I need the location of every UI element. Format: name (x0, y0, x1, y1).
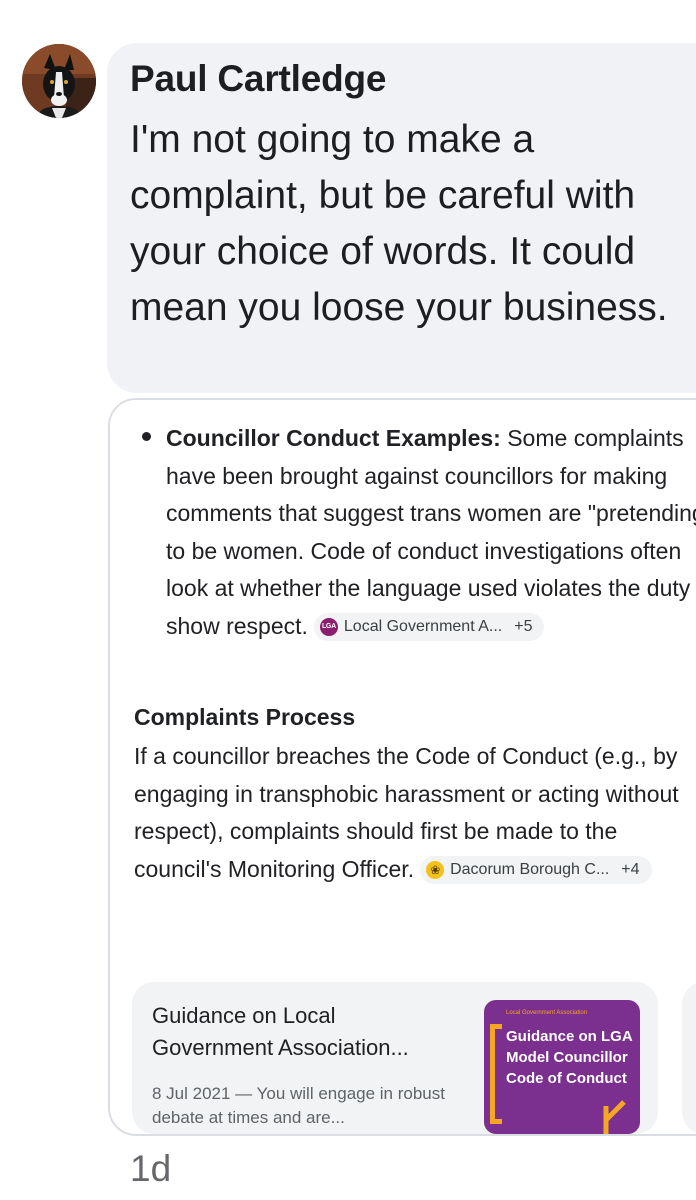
avatar[interactable] (22, 44, 96, 118)
comment-timestamp[interactable]: 1d (130, 1148, 171, 1190)
lga-logo-icon: LGA (319, 618, 338, 637)
facebook-comment-view: Paul Cartledge I'm not going to make a c… (0, 0, 696, 1200)
thumbnail-title: Guidance on LGA Model Councillor Code of… (506, 1028, 633, 1087)
result-title[interactable]: Guidance on Local Government Association… (152, 1000, 462, 1064)
thumbnail-bracket (490, 1024, 502, 1124)
thumbnail-graphic-icon (603, 1100, 626, 1134)
thumbnail-org: Local Government Association (506, 1010, 588, 1016)
result-card[interactable]: Guidance on Local Government Association… (132, 982, 658, 1134)
section-paragraph: If a councillor breaches the Code of Con… (134, 738, 696, 888)
result-snippet: 8 Jul 2021 — You will engage in robust d… (152, 1084, 445, 1127)
chip-label: Local Government A... (343, 618, 503, 636)
source-chip-dacorum[interactable]: ❀ Dacorum Borough C... +4 (420, 856, 652, 885)
next-result-card[interactable] (682, 982, 696, 1134)
comment-author[interactable]: Paul Cartledge (130, 58, 386, 100)
bullet-dot (142, 432, 151, 441)
chip-more-count: +4 (621, 861, 640, 879)
bullet-label: Councillor Conduct Examples: (166, 425, 501, 451)
bullet-paragraph: Councillor Conduct Examples: Some compla… (166, 420, 696, 645)
dog-photo-icon (22, 44, 96, 118)
comment-text: I'm not going to make a complaint, but b… (130, 118, 668, 329)
section-heading: Complaints Process (134, 704, 356, 730)
chip-more-count: +5 (514, 618, 533, 636)
result-thumbnail[interactable]: Local Government Association Guidance on… (484, 1000, 640, 1134)
bullet-body: Some complaints have been brought agains… (166, 425, 696, 639)
dacorum-logo-icon: ❀ (426, 861, 445, 880)
source-chip-lga[interactable]: LGA Local Government A... +5 (313, 613, 545, 642)
attached-screenshot[interactable]: Councillor Conduct Examples: Some compla… (108, 398, 696, 1136)
chip-label: Dacorum Borough C... (450, 861, 610, 879)
